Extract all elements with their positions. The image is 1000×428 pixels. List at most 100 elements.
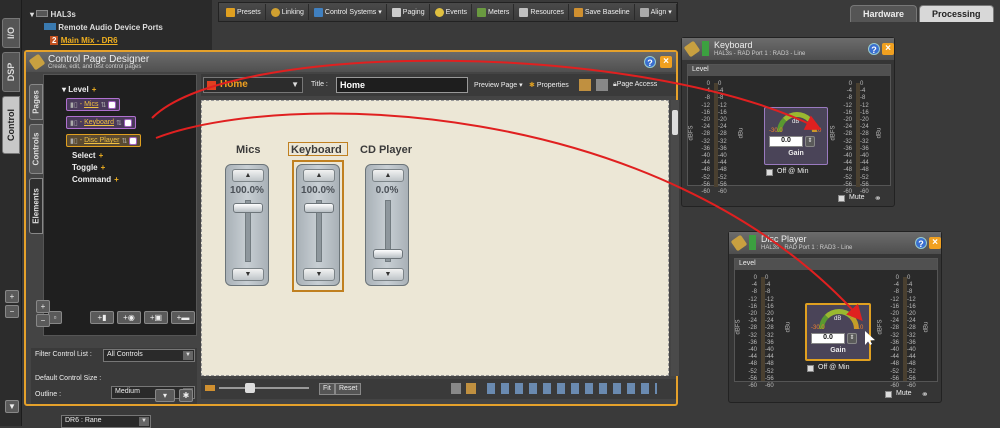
resources-button[interactable]: Resources [515,4,569,20]
outline-options-button[interactable]: ▾ [155,389,175,402]
tree-item-main-mix[interactable]: 2 Main Mix - DR6 [50,36,118,45]
gain-value[interactable]: 0.0 [769,136,803,147]
paging-button[interactable]: Paging [388,4,430,20]
align-icon[interactable] [596,79,608,91]
zoom-slider-thumb[interactable] [245,383,255,393]
page-title-input[interactable]: Home [336,77,468,93]
cpd-titlebar[interactable]: Control Page Designer Create, edit, and … [26,52,676,72]
page-access-button[interactable]: 🔒︎Page Access [613,81,657,89]
page-canvas[interactable]: Mics ▲ 100.0% ▼ Keyboard ▲ 100.0% ▼ CD P… [201,100,669,376]
collapse-button[interactable]: ▼ [5,400,19,413]
tab-io[interactable]: I/O [2,18,20,48]
gain-stepper[interactable]: ⇕ [847,333,857,344]
canvas-scrollbar[interactable] [671,100,679,376]
close-icon[interactable]: × [882,43,894,55]
add-toggle-icon[interactable]: + [101,163,106,172]
link-icon[interactable]: ⚭ [921,389,929,400]
tree-command[interactable]: Command + [72,175,119,184]
presets-button[interactable]: Presets [222,4,266,20]
align-tools[interactable] [487,383,657,394]
add-command-button[interactable]: +▬ [171,311,195,324]
tab-dsp[interactable]: DSP [2,52,20,92]
fader-cd-player[interactable]: ▲ 0.0% ▼ [365,164,409,286]
down-arrow-icon[interactable]: ▼ [303,268,335,281]
up-arrow-icon[interactable]: ▲ [303,169,335,182]
add-level-button[interactable]: +▮ [90,311,114,324]
properties-button[interactable]: ✱ Properties [529,81,569,89]
control-systems-button[interactable]: Control Systems ▾ [310,4,387,20]
off-at-min-checkbox[interactable] [807,365,814,372]
link-icon[interactable]: ⚭ [874,193,882,204]
mute-checkbox[interactable] [838,195,845,202]
add-level-icon[interactable]: + [92,85,97,94]
meters-button[interactable]: Meters [473,4,515,20]
fader-knob[interactable] [304,203,334,213]
close-icon[interactable]: × [929,237,941,249]
keyboard-titlebar[interactable]: Keyboard HAL3s - RAD Port 1 : RAD3 - Lin… [682,38,894,60]
grid-icon[interactable] [579,79,591,91]
close-icon[interactable]: × [660,56,672,68]
tree-toggle[interactable]: Toggle + [72,163,105,172]
link-icon[interactable] [108,100,117,109]
pin-icon[interactable] [28,53,46,71]
add-select-icon[interactable]: + [99,151,104,160]
disc-player-titlebar[interactable]: Disc Player HAL3s - RAD Port 1 : RAD3 - … [729,232,941,254]
help-icon[interactable]: ? [915,237,927,249]
fader-knob[interactable] [373,249,403,259]
gain-stepper[interactable]: ⇕ [805,136,815,147]
remove-button[interactable]: − [36,314,50,327]
fader-knob[interactable] [233,203,263,213]
down-arrow-icon[interactable]: ▼ [372,268,404,281]
tab-control[interactable]: Control [2,96,20,154]
link-icon[interactable] [123,118,132,127]
tab-pages[interactable]: Pages [29,84,43,120]
mute-checkbox[interactable] [885,391,892,398]
filter-select[interactable]: All Controls ▼ [103,349,195,362]
down-arrow-icon[interactable]: ▼ [232,268,264,281]
up-arrow-icon[interactable]: ▲ [372,169,404,182]
control-chip-keyboard[interactable]: ▮▯ - Keyboard ⇅ [66,116,136,129]
save-baseline-button[interactable]: Save Baseline [570,4,635,20]
help-icon[interactable]: ? [868,43,880,55]
pin-icon[interactable] [730,234,748,252]
reset-button[interactable]: Reset [335,383,362,395]
tab-elements[interactable]: Elements [29,178,43,234]
tree-item-hal3s[interactable]: ▾ HAL3s [30,10,76,19]
fader-keyboard[interactable]: ▲ 100.0% ▼ [296,164,340,286]
tab-processing[interactable]: Processing [919,5,994,22]
control-chip-disc-player[interactable]: ▮▯ - Disc Player ⇅ [66,134,142,147]
tree-level[interactable]: ▾ Level + [62,85,96,94]
up-arrow-icon[interactable]: ▲ [232,169,264,182]
control-chip-mics[interactable]: ▮▯ - Mics ⇅ [66,98,121,111]
pin-icon[interactable] [683,40,701,58]
copy-icon[interactable] [451,383,461,394]
gain-value[interactable]: 0.0 [811,333,845,344]
gain-control[interactable]: dB -30.0 0.0 0.0 ⇕ Gain [805,303,871,361]
tab-controls[interactable]: Controls [29,124,43,174]
paste-icon[interactable] [466,383,476,394]
link-icon[interactable] [129,136,138,145]
linking-button[interactable]: Linking [267,4,309,20]
tree-item-ports[interactable]: Remote Audio Device Ports [44,23,163,32]
add-button[interactable]: + [36,300,50,313]
tab-hardware[interactable]: Hardware [850,5,918,22]
page-select[interactable]: Home ▼ [203,77,303,93]
fit-button[interactable]: Fit [319,383,335,395]
gear-icon[interactable]: ✱ [179,389,193,402]
help-icon[interactable]: ? [644,56,656,68]
align-button[interactable]: Align ▾ [636,4,677,20]
off-at-min-checkbox[interactable] [766,169,773,176]
add-toggle-button[interactable]: +▣ [144,311,168,324]
add-select-button[interactable]: +◉ [117,311,141,324]
preview-page-button[interactable]: Preview Page ▾ [474,81,523,89]
events-button[interactable]: Events [431,4,472,20]
fader-mics[interactable]: ▲ 100.0% ▼ [225,164,269,286]
add-command-icon[interactable]: + [114,175,119,184]
zoom-in-button[interactable]: + [5,290,19,303]
zoom-out-button[interactable]: − [5,305,19,318]
outline-select[interactable]: DR6 : Rane ▼ [61,415,151,428]
tree-select[interactable]: Select + [72,151,103,160]
zoom-slider[interactable] [219,387,309,389]
gain-control[interactable]: dB -30.0 0.0 0.0 ⇕ Gain [764,107,828,165]
page-view-button[interactable]: ▫ [48,311,62,324]
